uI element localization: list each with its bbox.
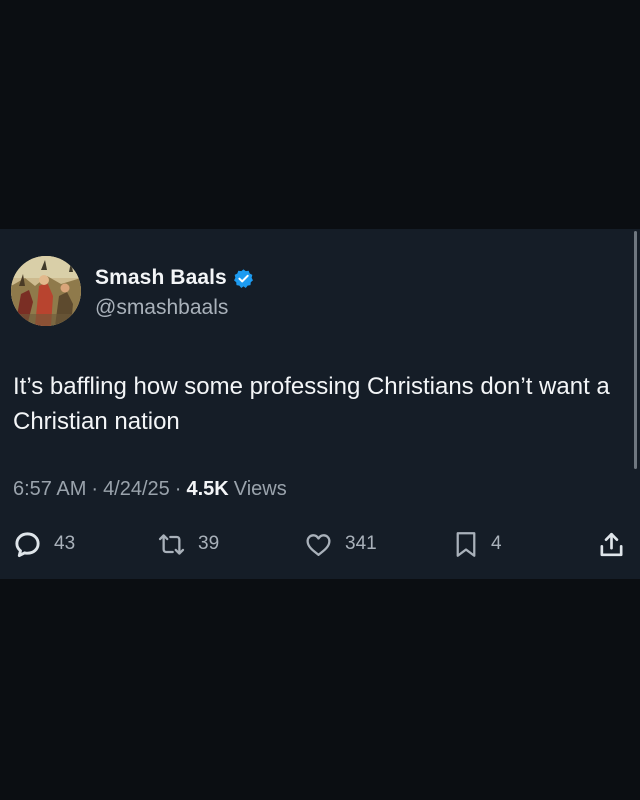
tweet-card[interactable]: Smash Baals @smashbaals It’s baffling ho… (0, 229, 640, 579)
retweet-count: 39 (198, 533, 220, 554)
bookmark-icon (453, 530, 479, 559)
reply-count: 43 (54, 533, 76, 554)
retweet-button[interactable]: 39 (157, 529, 219, 559)
like-count: 341 (345, 533, 377, 554)
like-button[interactable]: 341 (304, 529, 377, 559)
reply-button[interactable]: 43 (13, 529, 75, 559)
tweet-text: It’s baffling how some professing Christ… (13, 373, 610, 435)
share-button[interactable] (597, 529, 626, 559)
display-name[interactable]: Smash Baals (95, 266, 227, 290)
views-count: 4.5K (186, 478, 229, 500)
views-label: Views (233, 478, 287, 500)
author-row: Smash Baals (95, 264, 254, 292)
tweet-meta: 6:57 AM · 4/24/25 · 4.5K Views (13, 478, 287, 501)
tweet-time[interactable]: 6:57 AM (13, 478, 86, 501)
scrollbar[interactable] (634, 231, 637, 469)
separator: · (174, 478, 182, 500)
separator: · (91, 478, 99, 500)
handle[interactable]: @smashbaals (95, 296, 228, 320)
avatar[interactable] (11, 256, 81, 326)
bookmark-button[interactable]: 4 (453, 529, 502, 559)
action-bar: 43 39 341 4 (0, 529, 640, 559)
retweet-icon (157, 530, 186, 559)
tweet-date[interactable]: 4/24/25 (103, 478, 170, 501)
reply-icon (13, 530, 42, 559)
share-icon (597, 530, 626, 559)
heart-icon (304, 530, 333, 559)
bookmark-count: 4 (491, 533, 502, 554)
verified-badge-icon (233, 268, 254, 289)
